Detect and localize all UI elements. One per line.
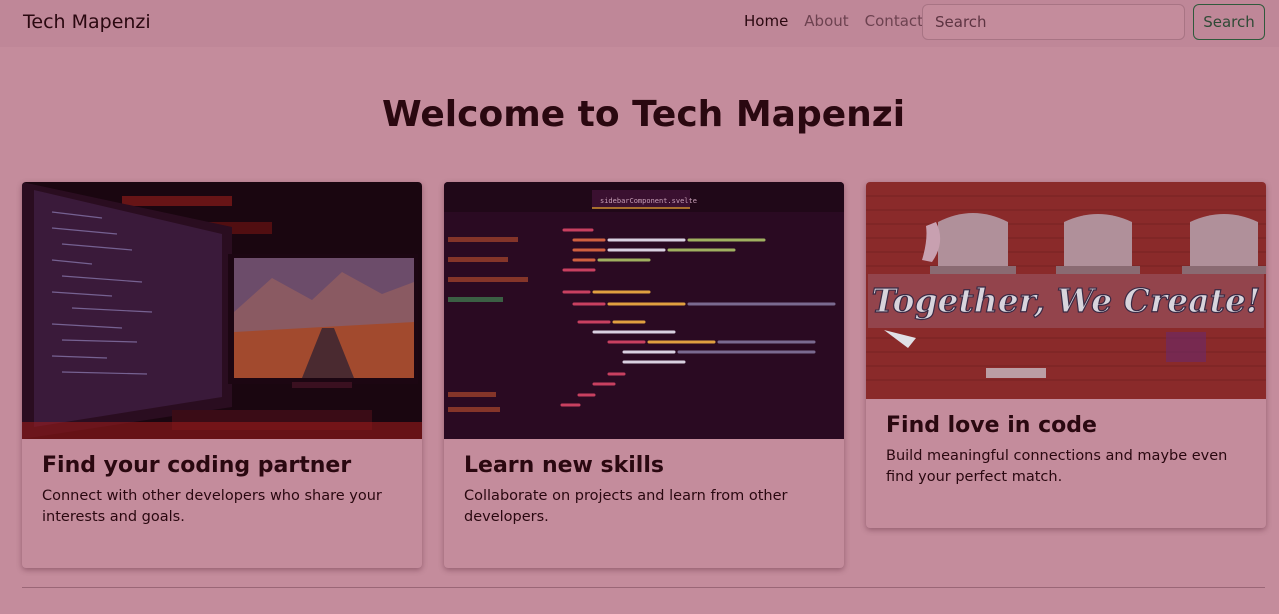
brick-wall-mural-image: Together, We Create! xyxy=(866,182,1266,399)
card-body: Find love in code Build meaningful conne… xyxy=(866,399,1266,528)
mural-text: Together, We Create! xyxy=(872,281,1261,320)
card-body: Find your coding partner Connect with ot… xyxy=(22,439,422,568)
card-text: Collaborate on projects and learn from o… xyxy=(464,488,788,525)
code-editor-image: sidebarComponent.svelte xyxy=(444,182,844,439)
footer-divider xyxy=(22,587,1265,588)
code-tab-label: sidebarComponent.svelte xyxy=(600,197,697,205)
search-button[interactable]: Search xyxy=(1193,4,1265,40)
card-find-love: Together, We Create! Find love in code B… xyxy=(866,182,1266,528)
page-title: Welcome to Tech Mapenzi xyxy=(381,94,906,135)
card-text: Build meaningful connections and maybe e… xyxy=(886,448,1228,485)
nav-links: Home About Contact xyxy=(744,12,923,30)
navbar: Tech Mapenzi Home About Contact Search xyxy=(0,0,1279,47)
card-title: Find love in code xyxy=(886,413,1097,438)
nav-link-contact[interactable]: Contact xyxy=(865,12,923,30)
nav-link-home[interactable]: Home xyxy=(744,12,788,30)
nav-link-about[interactable]: About xyxy=(804,12,848,30)
card-title: Learn new skills xyxy=(464,453,664,478)
card-learn-skills: sidebarComponent.svelte Learn new skills… xyxy=(444,182,844,568)
card-text: Connect with other developers who share … xyxy=(42,488,382,525)
card-body: Learn new skills Collaborate on projects… xyxy=(444,439,844,568)
brand-logo[interactable]: Tech Mapenzi xyxy=(23,11,151,33)
card-coding-partner: Find your coding partner Connect with ot… xyxy=(22,182,422,568)
search-input[interactable] xyxy=(922,4,1185,40)
card-title: Find your coding partner xyxy=(42,453,352,478)
desk-setup-image xyxy=(22,182,422,439)
